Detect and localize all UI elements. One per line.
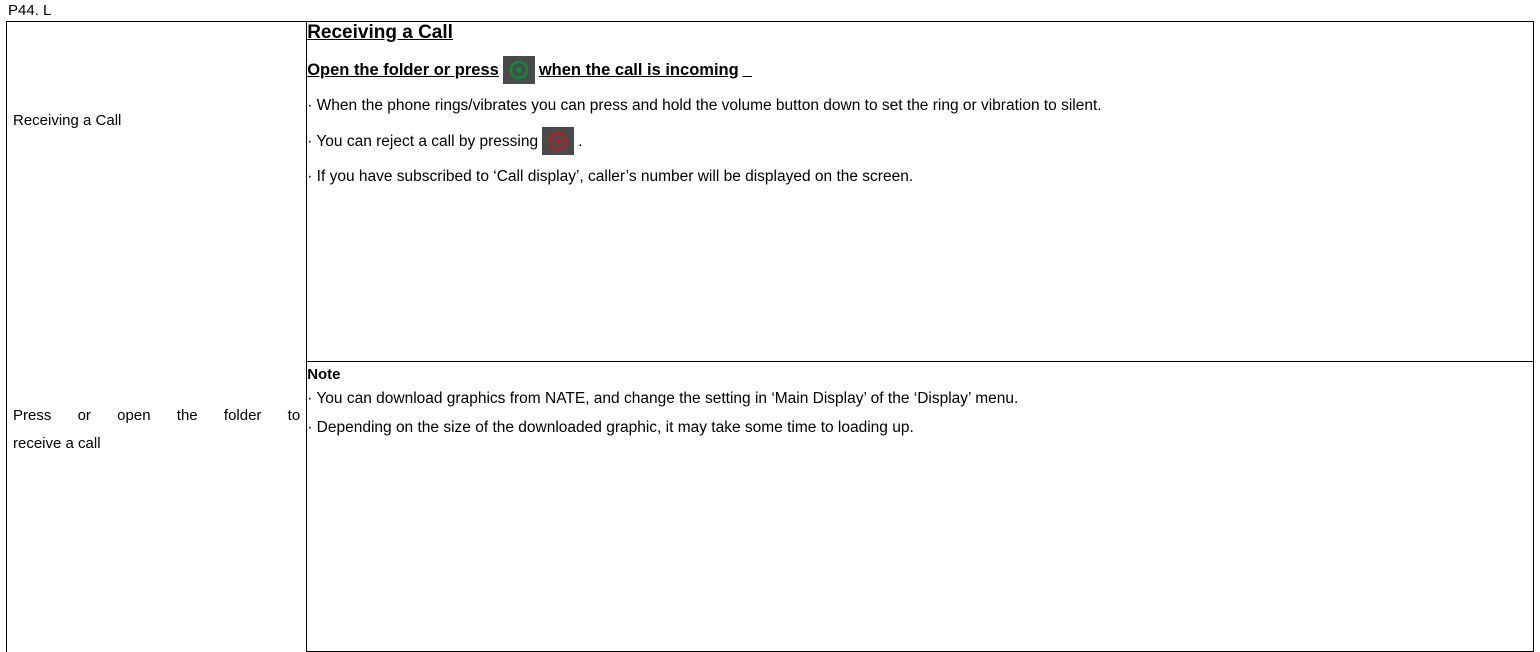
left-instruction-line2: receive a call: [7, 430, 306, 459]
note-line-1: · You can download graphics from NATE, a…: [307, 387, 1533, 412]
bullet-2: · You can reject a call by pressing .: [307, 127, 1533, 155]
main-heading: Receiving a Call: [307, 22, 1533, 44]
call-reject-icon: [542, 127, 574, 155]
bullet-3: · If you have subscribed to ‘Call displa…: [307, 165, 1533, 188]
sub-heading-after: when the call is incoming: [539, 61, 739, 80]
left-section-title: Receiving a Call: [7, 22, 306, 131]
sub-heading-before: Open the folder or press: [307, 61, 499, 80]
sub-heading-trailing-space: [743, 61, 752, 80]
document-table: Receiving a Call Receiving a Call Open t…: [6, 21, 1534, 652]
page-label: P44. L: [0, 0, 1540, 21]
bullet-2-after: .: [578, 130, 582, 153]
sub-heading: Open the folder or press when the call i…: [307, 56, 1533, 84]
left-instruction-line1: Press or open the folder to: [7, 362, 306, 431]
note-heading: Note: [307, 366, 1533, 383]
bullet-2-before: · You can reject a call by pressing: [307, 130, 538, 153]
note-line-2: · Depending on the size of the downloade…: [307, 416, 1533, 441]
call-answer-icon: [503, 56, 535, 84]
bullet-1: · When the phone rings/vibrates you can …: [307, 94, 1533, 117]
